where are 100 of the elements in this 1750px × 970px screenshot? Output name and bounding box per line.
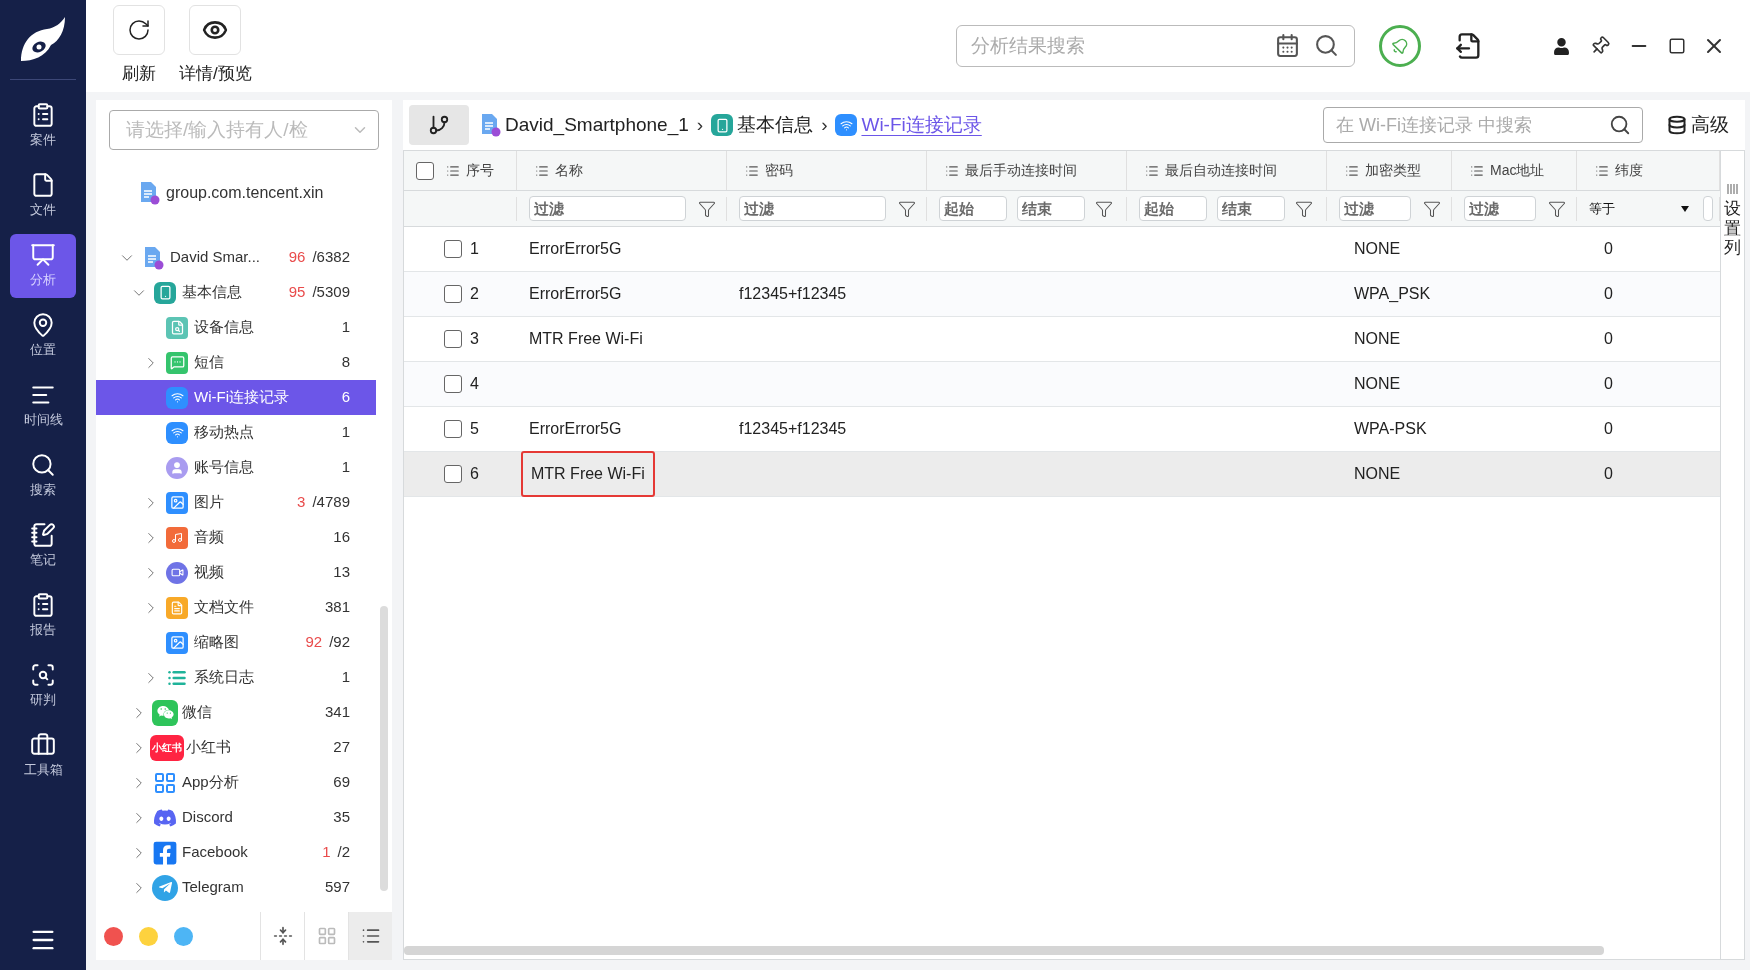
column-header[interactable]: 最后手动连接时间	[965, 160, 1077, 181]
horizontal-scrollbar[interactable]	[404, 946, 1604, 955]
tree-item[interactable]: 移动热点 1	[96, 415, 376, 450]
checkbox[interactable]	[444, 465, 462, 483]
column-settings-tab[interactable]: 设置列	[1720, 151, 1744, 959]
nav-item[interactable]: 案件	[10, 94, 76, 158]
column-header[interactable]: 纬度	[1615, 160, 1643, 181]
filter-field[interactable]: 起始	[1139, 196, 1207, 221]
filter-field[interactable]: 结束	[1017, 196, 1085, 221]
view-button[interactable]	[348, 912, 392, 960]
tree-item[interactable]: 短信 8	[96, 345, 376, 380]
nav-item[interactable]: 位置	[10, 304, 76, 368]
checkbox[interactable]	[444, 330, 462, 348]
column-header[interactable]: Mac地址	[1490, 160, 1545, 181]
notification-button[interactable]	[1379, 25, 1421, 67]
filter-field[interactable]: 过滤	[1464, 196, 1536, 221]
column-header[interactable]: 加密类型	[1365, 160, 1421, 181]
file-export-icon[interactable]	[1455, 32, 1483, 60]
search-icon[interactable]	[1609, 114, 1631, 136]
tree-item[interactable]: Wi-Fi连接记录 6	[96, 380, 376, 415]
checkbox[interactable]	[444, 375, 462, 393]
column-menu-icon[interactable]	[535, 163, 549, 178]
column-header[interactable]: 密码	[765, 160, 793, 181]
tree-item[interactable]: 设备信息 1	[96, 310, 376, 345]
advanced-button[interactable]: 高级	[1667, 110, 1729, 140]
search-icon[interactable]	[1314, 33, 1339, 58]
holder-select[interactable]: 请选择/输入持有人/检	[109, 110, 379, 150]
filter-field[interactable]: 结束	[1217, 196, 1285, 221]
filter-field[interactable]: 过滤	[529, 196, 686, 221]
nav-item[interactable]: 报告	[10, 584, 76, 648]
tree-item[interactable]: Discord 35	[96, 800, 376, 835]
checkbox[interactable]	[444, 420, 462, 438]
filter-icon[interactable]	[898, 199, 916, 218]
column-menu-icon[interactable]	[945, 163, 959, 178]
column-menu-icon[interactable]	[1145, 163, 1159, 178]
filter-field[interactable]: 起始	[939, 196, 1007, 221]
column-menu-icon[interactable]	[446, 163, 460, 178]
tree-item[interactable]: Telegram 597	[96, 870, 376, 905]
table-cell-text: ErrorError5G	[528, 239, 623, 259]
item-count: 597	[324, 877, 350, 898]
nav-item[interactable]: 研判	[10, 654, 76, 718]
tree-item[interactable]: David Smar... 96 /6382	[96, 240, 376, 275]
clipboard-icon	[30, 592, 56, 619]
filter-icon[interactable]	[1295, 199, 1313, 218]
value-field[interactable]	[1703, 196, 1713, 221]
filter-icon[interactable]	[1548, 199, 1566, 218]
filter-icon[interactable]	[698, 199, 716, 218]
tree-item[interactable]: 微信 341	[96, 695, 376, 730]
column-header[interactable]: 最后自动连接时间	[1165, 160, 1277, 181]
table-row[interactable]: 2 ErrorError5G f12345+f12345 WPA_PSK 0	[404, 272, 1720, 317]
tree-item[interactable]: 小红书 小红书 27	[96, 730, 376, 765]
nav-item[interactable]: 搜索	[10, 444, 76, 508]
tree-item[interactable]: 音频 16	[96, 520, 376, 555]
column-header[interactable]: 序号	[466, 160, 494, 181]
nav-item[interactable]: 文件	[10, 164, 76, 228]
nav-item[interactable]: 工具箱	[10, 724, 76, 788]
tree-item[interactable]: Facebook 1 /2	[96, 835, 376, 870]
maximize-icon[interactable]	[1668, 37, 1686, 55]
calendar-icon[interactable]	[1275, 33, 1300, 58]
user-icon[interactable]	[1553, 37, 1570, 55]
breadcrumb-separator: ›	[696, 112, 704, 137]
checkbox[interactable]	[416, 161, 434, 180]
tree-item[interactable]: 系统日志 1	[96, 660, 376, 695]
nav-item[interactable]: 时间线	[10, 374, 76, 438]
nav-item[interactable]: 分析	[10, 234, 76, 298]
flagged-count: 96	[288, 247, 306, 268]
breadcrumb-item[interactable]: David_Smartphone_1	[505, 110, 689, 140]
filter-icon[interactable]	[1423, 199, 1441, 218]
operator-select[interactable]: 等于	[1589, 198, 1697, 219]
tree-item[interactable]: App分析 69	[96, 765, 376, 800]
tree-item[interactable]: 视频 13	[96, 555, 376, 590]
nav-item[interactable]: 笔记	[10, 514, 76, 578]
column-header[interactable]: 名称	[555, 160, 583, 181]
breadcrumb-item[interactable]: Wi-Fi连接记录	[861, 110, 982, 140]
filter-field[interactable]: 过滤	[1339, 196, 1411, 221]
column-menu-icon[interactable]	[1345, 163, 1359, 178]
column-menu-icon[interactable]	[1595, 163, 1609, 178]
tree-item[interactable]: 账号信息 1	[96, 450, 376, 485]
tree-item[interactable]: 缩略图 92 /92	[96, 625, 376, 660]
column-menu-icon[interactable]	[1470, 163, 1484, 178]
column-menu-icon[interactable]	[745, 163, 759, 178]
tree-item[interactable]: 基本信息 95 /5309	[96, 275, 376, 310]
breadcrumb-item[interactable]: 基本信息	[737, 110, 814, 140]
search-field[interactable]: 分析结果搜索	[956, 25, 1355, 67]
table-row[interactable]: 4 NONE 0	[404, 362, 1720, 407]
file-icon	[30, 172, 56, 199]
chat-bubble-icon	[166, 351, 188, 374]
toolbar-button[interactable]: 详情/预览	[179, 5, 252, 87]
tree-item[interactable]: group.com.tencent.xin	[96, 175, 392, 210]
branch-button[interactable]	[409, 105, 469, 145]
checkbox[interactable]	[444, 285, 462, 303]
filter-icon[interactable]	[1095, 199, 1113, 218]
tree-item[interactable]: 图片 3 /4789	[96, 485, 376, 520]
filter-field[interactable]: 过滤	[739, 196, 886, 221]
table-search-field[interactable]: 在 Wi-Fi连接记录 中搜索	[1323, 107, 1643, 143]
scrollbar[interactable]	[380, 606, 388, 891]
tree-item[interactable]: 文档文件 381	[96, 590, 376, 625]
refresh-icon	[127, 18, 151, 43]
checkbox[interactable]	[444, 240, 462, 258]
table-row[interactable]: 6 MTR Free Wi-Fi NONE 0	[404, 452, 1720, 497]
